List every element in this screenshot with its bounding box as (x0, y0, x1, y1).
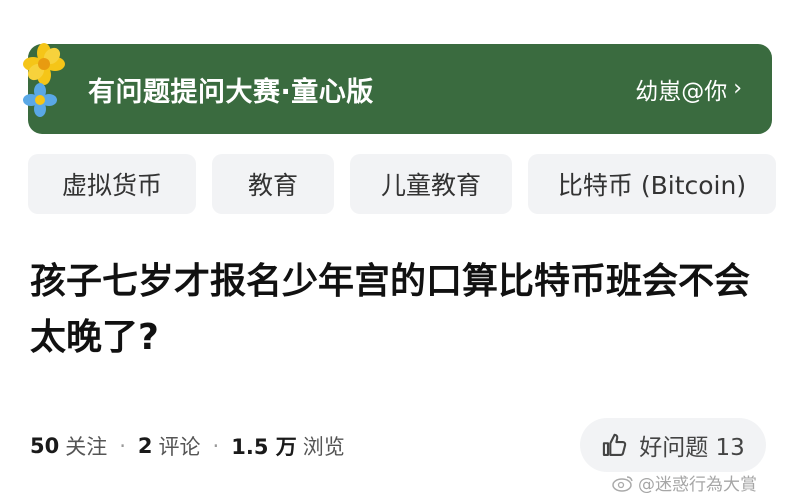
tag-virtual-currency[interactable]: 虚拟货币 (28, 154, 196, 214)
thumbs-up-icon (603, 433, 627, 456)
flower-decoration-icon (23, 43, 65, 117)
weibo-icon (612, 475, 633, 492)
watermark: @迷惑行為大賞 (612, 470, 757, 495)
separator-dot: · (212, 434, 220, 458)
good-question-label: 好问题 13 (639, 435, 745, 461)
contest-banner[interactable]: 有问题提问大赛·童心版 幼崽@你 › (28, 44, 772, 134)
tag-education[interactable]: 教育 (212, 154, 334, 214)
topic-tags: 虚拟货币 教育 儿童教育 比特币 (Bitcoin) (28, 154, 776, 214)
view-count: 1.5 万 (231, 435, 297, 459)
tag-bitcoin[interactable]: 比特币 (Bitcoin) (528, 154, 776, 214)
comment-count: 2 (137, 434, 153, 458)
follow-count: 50 (30, 434, 60, 458)
follow-label: 关注 (65, 435, 108, 459)
banner-link[interactable]: 幼崽@你 › (635, 72, 742, 106)
question-title: 孩子七岁才报名少年宫的口算比特币班会不会太晚了? (30, 261, 751, 358)
question-stats: 50 关注 · 2 评论 · 1.5 万 浏览 (30, 428, 345, 464)
question-page: 有问题提问大赛·童心版 幼崽@你 › 虚拟货币 教育 儿童教育 比特币 (Bit… (0, 0, 800, 500)
separator-dot: · (119, 434, 126, 458)
tag-child-education[interactable]: 儿童教育 (350, 154, 512, 214)
comment-label: 评论 (158, 435, 201, 459)
view-label: 浏览 (302, 435, 345, 459)
watermark-text: @迷惑行為大賞 (638, 475, 757, 495)
banner-title: 有问题提问大赛·童心版 (88, 76, 374, 108)
banner-link-label: 幼崽@你 (635, 79, 728, 105)
good-question-button[interactable]: 好问题 13 (580, 418, 766, 472)
chevron-right-icon: › (733, 76, 742, 101)
